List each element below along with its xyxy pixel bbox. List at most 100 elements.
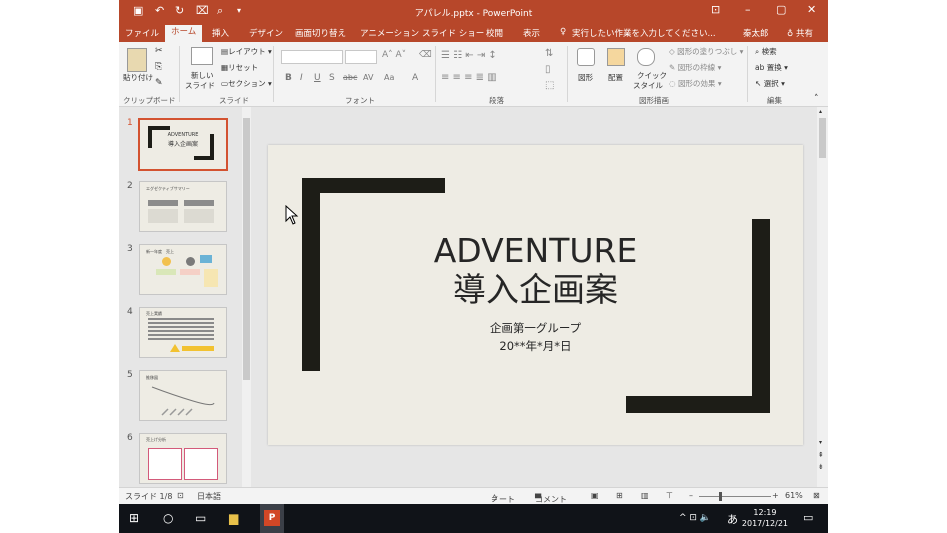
new-slide-icon[interactable] <box>191 47 213 65</box>
maximize-button[interactable]: ▢ <box>776 3 786 16</box>
thumbnail-slide-6[interactable]: 売上げ分析 <box>139 433 227 484</box>
windows-taskbar: ⊞ ○ ▭ ▆ P ^ ⊡ 🔈 あ 12:19 2017/12/21 ▭ <box>119 504 828 533</box>
arrange-button[interactable]: 配置 <box>608 72 623 83</box>
search-icon[interactable]: ○ <box>163 511 173 525</box>
format-painter-icon[interactable]: ✎ <box>155 78 163 88</box>
shape-outline-button[interactable]: ✎ 図形の枠線 ▾ <box>669 62 721 73</box>
bullets-icon[interactable]: ☰ ☷ ⇤ ⇥ ↕ <box>441 50 497 61</box>
clock[interactable]: 12:19 2017/12/21 <box>742 507 788 529</box>
next-slide-icon[interactable]: ⇟ <box>818 463 824 471</box>
scroll-up-icon[interactable]: ▴ <box>819 108 822 115</box>
smartart-icon[interactable]: ⬚ <box>545 80 554 91</box>
select-button[interactable]: ↖ 選択 ▾ <box>755 78 785 89</box>
previous-slide-icon[interactable]: ⇞ <box>818 451 824 459</box>
user-name[interactable]: 秦太郎 <box>743 27 769 39</box>
shape-effects-button[interactable]: ◌ 図形の効果 ▾ <box>669 78 722 89</box>
paste-icon[interactable] <box>127 48 147 72</box>
zoom-slider-thumb[interactable] <box>719 492 722 501</box>
thumbnail-slide-4[interactable]: 売上実績 <box>139 307 227 358</box>
zoom-slider[interactable] <box>699 496 771 497</box>
new-slide-label-2[interactable]: スライド <box>185 80 215 91</box>
thumbnail-slide-1[interactable]: ADVENTURE 導入企画案 <box>138 118 228 171</box>
find-button[interactable]: ⌕ 検索 <box>755 46 777 57</box>
cut-icon[interactable]: ✂ <box>155 46 163 56</box>
clock-date: 2017/12/21 <box>741 519 788 528</box>
tab-home[interactable]: ホーム <box>165 25 203 42</box>
strikethrough-button[interactable]: abc <box>343 73 357 82</box>
scroll-down-icon[interactable]: ▾ <box>819 439 822 446</box>
editor-scrollbar-thumb[interactable] <box>819 118 826 158</box>
windows-start-icon[interactable]: ⊞ <box>129 511 139 525</box>
tab-file[interactable]: ファイル <box>125 27 159 39</box>
underline-button[interactable]: U <box>314 73 321 83</box>
section-button[interactable]: ▭セクション ▾ <box>221 78 272 89</box>
font-size-combo[interactable] <box>345 50 377 64</box>
text-direction-icon[interactable]: ⇅ <box>545 48 553 59</box>
bold-button[interactable]: B <box>285 73 292 83</box>
shapes-button[interactable]: 図形 <box>578 72 593 83</box>
shadow-button[interactable]: S <box>329 73 335 83</box>
slide-subtitle-date[interactable]: 20**年*月*日 <box>268 338 803 354</box>
powerpoint-taskbar-button[interactable]: P <box>260 504 284 533</box>
group-divider <box>179 46 180 102</box>
tab-insert[interactable]: 挿入 <box>212 27 229 39</box>
clear-formatting-icon[interactable]: ⌫ <box>419 50 432 60</box>
slide-title-line-2[interactable]: 導入企画案 <box>268 263 803 311</box>
normal-view-icon[interactable]: ▣ <box>591 491 599 500</box>
tab-review[interactable]: 校閲 <box>486 27 503 39</box>
zoom-level[interactable]: 61% <box>785 491 803 500</box>
task-view-icon[interactable]: ▭ <box>195 511 206 525</box>
language-indicator[interactable]: 日本語 <box>197 491 221 502</box>
file-explorer-icon[interactable]: ▆ <box>229 511 238 525</box>
italic-button[interactable]: I <box>300 73 303 83</box>
font-name-combo[interactable] <box>281 50 343 64</box>
thumbnail-slide-2[interactable]: エグゼクティブサマリー <box>139 181 227 232</box>
align-icons[interactable]: ≡ ≡ ≡ ≣ ▥ <box>441 72 497 83</box>
tab-transitions[interactable]: 画面切り替え <box>295 27 346 39</box>
paste-button[interactable]: 貼り付け <box>123 72 153 83</box>
tab-animations[interactable]: アニメーション <box>360 27 419 39</box>
arrange-icon[interactable] <box>607 48 625 66</box>
tab-slide-show[interactable]: スライド ショー <box>422 27 484 39</box>
slide-canvas[interactable]: ADVENTURE 導入企画案 企画第一グループ 20**年*月*日 <box>268 145 803 445</box>
reading-view-icon[interactable]: ▥ <box>641 491 649 500</box>
layout-button[interactable]: ▤レイアウト ▾ <box>221 46 272 57</box>
action-center-icon[interactable]: ▭ <box>803 511 813 524</box>
reset-button[interactable]: ▦リセット <box>221 62 258 73</box>
editing-group-label: 編集 <box>767 96 782 105</box>
align-text-icon[interactable]: ▯ <box>545 64 551 75</box>
shapes-icon[interactable] <box>577 48 595 66</box>
slideshow-icon[interactable]: ⊤ <box>666 491 673 500</box>
thumbnail-slide-3[interactable]: 新一年度 売上 <box>139 244 227 295</box>
system-tray-icons[interactable]: ^ ⊡ 🔈 <box>679 513 711 523</box>
paragraph-group-label: 段落 <box>489 96 504 105</box>
thumbnail-scrollbar-thumb[interactable] <box>243 118 250 380</box>
shape-fill-button[interactable]: ◇ 図形の塗りつぶし ▾ <box>669 46 743 57</box>
zoom-in-icon[interactable]: + <box>772 491 779 500</box>
copy-icon[interactable]: ⎘ <box>155 62 162 72</box>
decorative-bracket-bottom <box>626 396 770 413</box>
share-button[interactable]: ♁ 共有 <box>787 27 813 39</box>
thumbnail-slide-5[interactable]: 推移図 <box>139 370 227 421</box>
grow-font-icon[interactable]: A˄ A˅ <box>382 50 406 60</box>
tab-view[interactable]: 表示 <box>523 27 540 39</box>
quick-styles-label-2[interactable]: スタイル <box>633 80 663 91</box>
fit-slide-icon[interactable]: ⊠ <box>813 491 820 500</box>
close-button[interactable]: ✕ <box>807 3 816 16</box>
ribbon-display-options-icon[interactable]: ⊡ <box>711 3 720 16</box>
slide-sorter-icon[interactable]: ⊞ <box>616 491 623 500</box>
collapse-ribbon-icon[interactable]: ˄ <box>814 94 819 104</box>
editor-scrollbar[interactable]: ▴ ▾ ⇞ ⇟ <box>817 107 828 487</box>
tab-design[interactable]: デザイン <box>249 27 283 39</box>
spelling-check-icon[interactable]: ⊡ <box>177 491 184 500</box>
character-spacing-button[interactable]: AV <box>363 73 373 82</box>
slide-subtitle-group[interactable]: 企画第一グループ <box>268 320 803 336</box>
zoom-out-icon[interactable]: – <box>689 491 693 500</box>
minimize-button[interactable]: – <box>745 3 751 16</box>
change-case-button[interactable]: Aa <box>384 73 394 82</box>
tell-me-box[interactable]: 実行したい作業を入力してください... <box>572 27 716 39</box>
replace-button[interactable]: ab 置換 ▾ <box>755 62 788 73</box>
ime-indicator[interactable]: あ <box>727 511 738 527</box>
font-color-button[interactable]: A <box>412 73 418 83</box>
quick-styles-icon[interactable] <box>637 48 655 66</box>
